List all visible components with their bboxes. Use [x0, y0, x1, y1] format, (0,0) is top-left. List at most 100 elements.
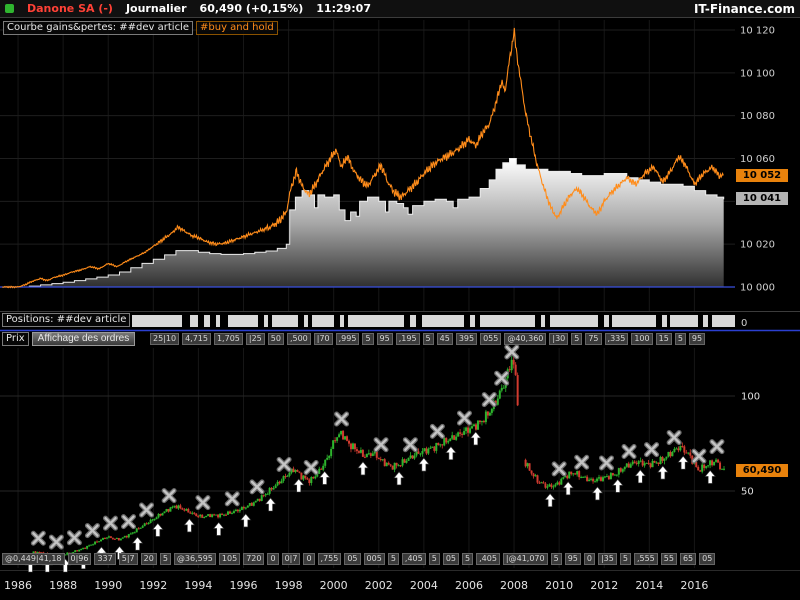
x-axis-year-label: 1986	[4, 579, 32, 592]
x-axis-year-label: 2006	[455, 579, 483, 592]
order-annotation: 0	[583, 553, 595, 565]
last-price-badge: 60,490	[736, 464, 788, 478]
equity-curve-label[interactable]: Courbe gains&pertes: ##dev article	[3, 21, 193, 35]
order-annotation: 395	[455, 333, 478, 345]
order-annotation: 15	[655, 333, 672, 345]
order-annotation: 5	[422, 333, 434, 345]
order-annotation: 75	[585, 333, 602, 345]
buy-arrow-icon	[544, 493, 556, 508]
order-annotation: ,335	[604, 333, 629, 345]
equity-axis-label: 10 120	[740, 26, 775, 37]
buy-arrow-icon	[612, 478, 624, 493]
equity-axis-label: 10 100	[740, 68, 775, 79]
equity-legend: Courbe gains&pertes: ##dev article #buy …	[3, 21, 278, 35]
x-axis-year-label: 2000	[320, 579, 348, 592]
order-annotation: 0	[303, 553, 315, 565]
x-axis-year-label: 2014	[635, 579, 663, 592]
order-annotation: 05	[699, 553, 716, 565]
equity-axis-label: 10 020	[740, 240, 775, 251]
title-bar: Danone SA (-) Journalier 60,490 (+0,15%)…	[0, 0, 800, 18]
x-axis-year-label: 2004	[410, 579, 438, 592]
price-panel-label[interactable]: Prix	[2, 332, 29, 346]
buy-arrow-icon	[393, 471, 405, 486]
order-annotation: ,555	[633, 553, 658, 565]
order-annotation: 5	[387, 553, 399, 565]
order-annotation: 55	[660, 553, 677, 565]
order-annotations-row-top: 25|10 4,715 1,705 |25 50,500 |70,995 5 95,195 5 4…	[150, 333, 740, 347]
buy-arrow-icon	[293, 478, 305, 493]
buy-arrow-icon	[357, 461, 369, 476]
order-annotation: 105	[218, 553, 241, 565]
x-axis-year-label: 1998	[275, 579, 303, 592]
positions-label[interactable]: Positions: ##dev article	[2, 313, 131, 327]
x-axis-year-label: 1990	[94, 579, 122, 592]
x-axis-year-label: 2008	[500, 579, 528, 592]
order-annotation: 0	[267, 553, 279, 565]
buy-arrow-icon	[264, 497, 277, 512]
order-annotation: @0,449|41,18	[2, 553, 65, 565]
equity-axis-label: 10 060	[740, 154, 775, 165]
order-annotation: 95	[376, 333, 393, 345]
buy-arrow-icon	[418, 457, 430, 472]
charts-canvas[interactable]: 10 120 10 100 10 080 10 060 10 020 10 000 0 100…	[0, 0, 800, 600]
order-annotation: 5	[362, 333, 374, 345]
buy-hold-label[interactable]: #buy and hold	[196, 21, 278, 35]
order-annotation: 5|7	[118, 553, 138, 565]
buy-arrow-icon	[470, 431, 482, 446]
order-annotation: 5	[159, 553, 171, 565]
buyhold-value-badge: 10 052	[736, 168, 788, 182]
x-axis-year-label: 2016	[680, 579, 708, 592]
price-axis-label: 50	[741, 487, 754, 498]
timeframe-label[interactable]: Journalier	[126, 2, 187, 15]
buy-arrow-icon	[562, 481, 574, 496]
buy-arrow-icon	[704, 469, 716, 484]
x-axis-year-label: 1996	[229, 579, 257, 592]
order-annotation: ,195	[395, 333, 420, 345]
instrument-name[interactable]: Danone SA (-)	[27, 2, 113, 15]
order-annotation: 50	[267, 333, 284, 345]
price-axis-label: 100	[741, 392, 760, 403]
clock: 11:29:07	[316, 2, 371, 15]
order-annotation: 20	[140, 553, 157, 565]
positions-legend: Positions: ##dev article	[2, 313, 131, 327]
order-annotation: ,500	[286, 333, 311, 345]
order-annotation: 100	[631, 333, 653, 345]
buy-arrow-icon	[677, 455, 689, 470]
order-annotation: 5	[428, 553, 440, 565]
order-annotation: |25	[245, 333, 265, 345]
buy-arrow-icon	[183, 518, 196, 533]
x-axis-year-label: 1992	[139, 579, 167, 592]
app-window: 10 120 10 100 10 080 10 060 10 020 10 000 0 100…	[0, 0, 800, 600]
order-annotation: 0|7	[281, 553, 301, 565]
order-annotation: 0|96	[67, 553, 92, 565]
order-annotation: 5	[674, 333, 686, 345]
price-legend: Prix Affichage des ordres	[2, 332, 136, 346]
x-axis-year-label: 2010	[545, 579, 573, 592]
order-annotation: ,755	[317, 553, 342, 565]
equity-chart[interactable]: 10 120 10 100 10 080 10 060 10 020 10 000	[0, 20, 800, 312]
order-annotation: 25|10	[150, 333, 180, 345]
order-annotation: 05	[344, 553, 361, 565]
order-annotation: 720	[243, 553, 265, 565]
buy-arrow-icon	[213, 521, 225, 536]
buy-arrow-icon	[445, 446, 457, 460]
order-annotation: 5	[462, 553, 474, 565]
order-annotation: 05	[442, 553, 459, 565]
order-annotation: 95	[688, 333, 706, 345]
order-annotation: |30	[549, 333, 569, 345]
equity-axis-label: 10 000	[740, 283, 775, 294]
order-annotation: @36,595	[173, 553, 216, 565]
order-annotation: ,405	[476, 553, 500, 565]
connection-status-icon	[5, 4, 14, 13]
show-orders-button[interactable]: Affichage des ordres	[31, 332, 136, 346]
order-annotation: 45	[436, 333, 453, 345]
order-annotation: 5	[619, 553, 631, 565]
buy-arrow-icon	[657, 465, 669, 480]
order-annotation: 055	[480, 333, 502, 345]
order-annotation: |@41,070	[502, 553, 548, 565]
order-annotation: 95	[564, 553, 581, 565]
order-annotation: 1,705	[213, 333, 243, 345]
brand-link[interactable]: IT-Finance.com	[694, 2, 795, 16]
order-annotation: 5	[571, 333, 583, 345]
buy-arrow-icon	[591, 486, 604, 501]
